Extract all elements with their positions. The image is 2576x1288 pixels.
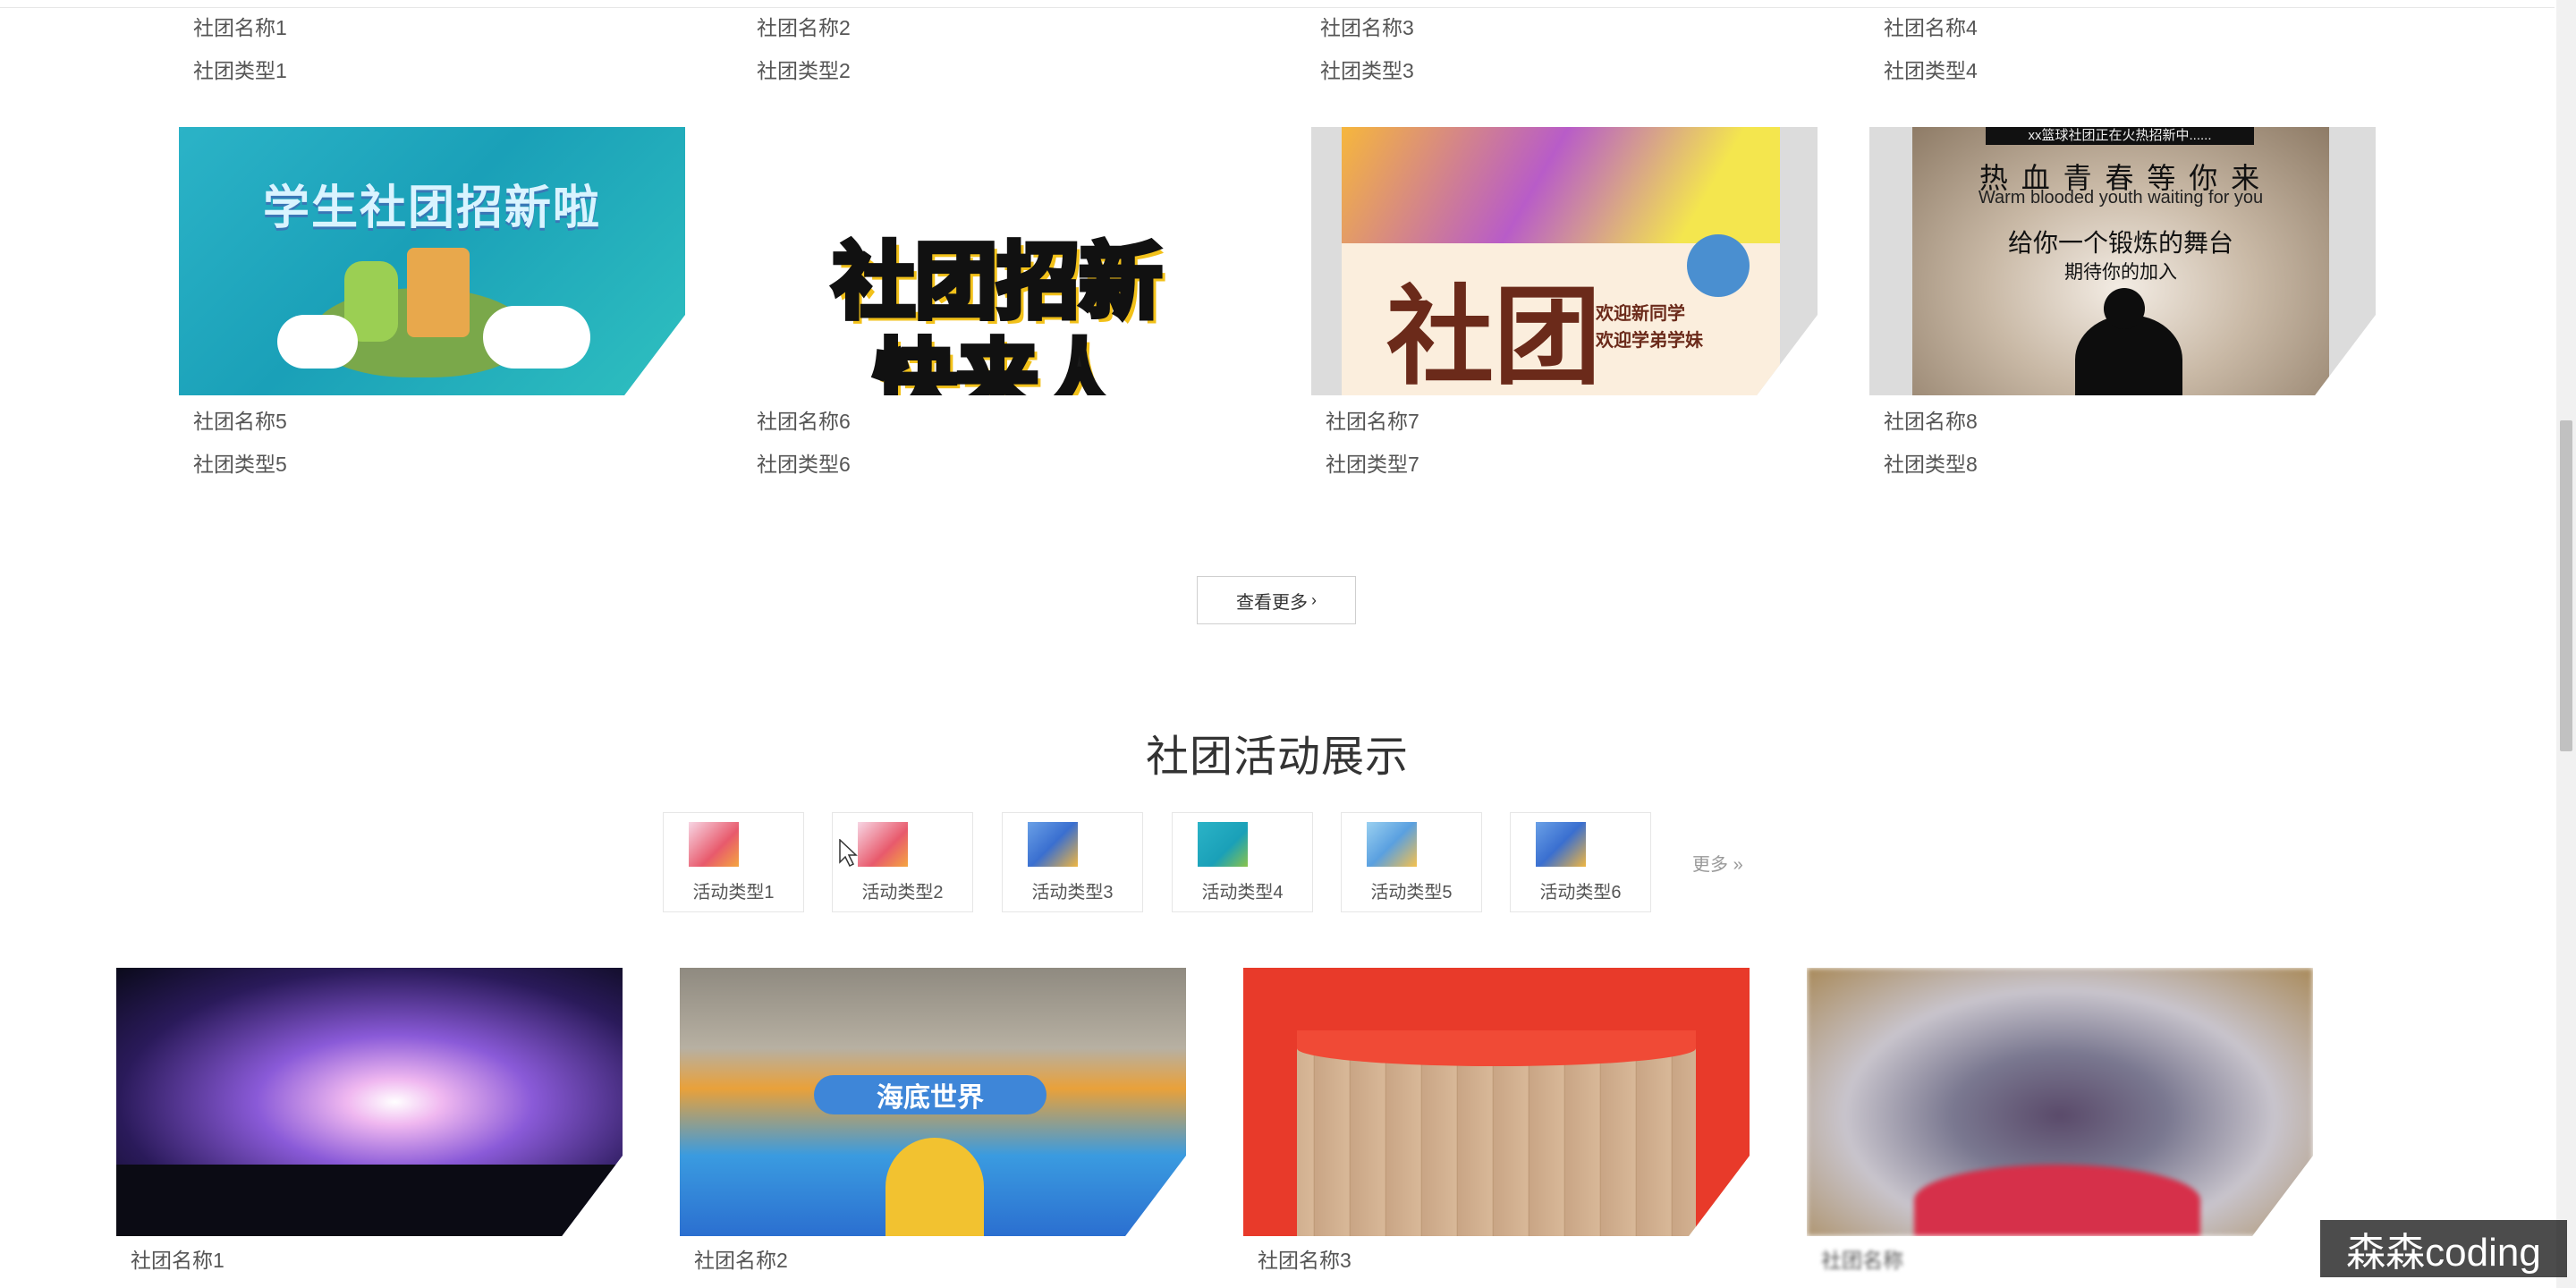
view-more-button[interactable]: 查看更多 ›	[1197, 576, 1356, 624]
activity-image[interactable]	[1807, 968, 2313, 1236]
activity-card-1[interactable]: 社团名称1	[116, 968, 623, 1272]
activity-type-label: 活动类型6	[1539, 883, 1622, 902]
activity-type-label: 活动类型1	[692, 883, 775, 902]
poster-line: 给你一个锻炼的舞台	[2007, 229, 2233, 257]
view-more-label: 查看更多	[1236, 592, 1308, 613]
activity-type-tab-1[interactable]: 活动类型1	[663, 812, 804, 912]
club-name[interactable]: 社团名称7	[1326, 404, 1419, 435]
club-type: 社团类型5	[193, 453, 287, 476]
activity-type-label: 活动类型4	[1201, 883, 1284, 902]
activity-name[interactable]: 社团名称3	[1258, 1243, 1352, 1274]
cloud-shape	[277, 315, 358, 369]
activity-type-thumb	[1198, 822, 1248, 867]
activity-type-thumb	[1536, 822, 1586, 867]
club-type: 社团类型8	[1884, 453, 1978, 476]
club-name[interactable]: 社团名称2	[757, 11, 851, 41]
club-type: 社团类型6	[757, 453, 851, 476]
club-card-7[interactable]: 社团 欢迎新同学 欢迎学弟学妹 社团名称7 社团类型7	[1311, 127, 1818, 476]
activity-type-tab-3[interactable]: 活动类型3	[1002, 812, 1143, 912]
mouse-cursor-icon	[839, 839, 858, 868]
club-type: 社团类型4	[1884, 59, 1978, 82]
cloud-shape	[483, 306, 590, 369]
club-card-5[interactable]: 学生社团招新啦 社团名称5 社团类型5	[179, 127, 685, 476]
activity-name[interactable]: 社团名称1	[131, 1243, 225, 1274]
club-type: 社团类型7	[1326, 453, 1419, 476]
watermark-label: 森森coding	[2320, 1220, 2567, 1277]
club-poster-image[interactable]: xx篮球社团正在火热招新中...... 热 血 青 春 等 你 来 Warm b…	[1869, 127, 2376, 395]
more-activity-types-link[interactable]: 更多 »	[1692, 850, 1743, 876]
poster-subtitle: 欢迎新同学	[1596, 304, 1685, 324]
crowd-shape	[116, 1165, 623, 1236]
club-poster-image[interactable]: 社团招新 快来人	[742, 127, 1249, 395]
club-name[interactable]: 社团名称4	[1884, 11, 1978, 41]
activity-type-tab-6[interactable]: 活动类型6	[1510, 812, 1651, 912]
double-chevron-right-icon: »	[1733, 855, 1743, 875]
activity-name[interactable]: 社团名称	[1821, 1243, 1903, 1274]
chevron-right-icon: ›	[1311, 590, 1317, 609]
activity-card-3[interactable]: 社团名称3	[1243, 968, 1750, 1272]
activity-type-thumb	[1367, 822, 1417, 867]
club-type: 社团类型2	[757, 59, 851, 82]
activity-type-thumb	[858, 822, 908, 867]
poster-heading: 社团招新 快来人	[830, 234, 1165, 395]
activity-card-2[interactable]: 海底世界 社团名称2	[680, 968, 1186, 1272]
activity-section-title: 社团活动展示	[1145, 733, 1409, 781]
activity-type-thumb	[1028, 822, 1078, 867]
club-type: 社团类型1	[193, 59, 287, 82]
club-name[interactable]: 社团名称8	[1884, 404, 1978, 435]
activity-type-tab-5[interactable]: 活动类型5	[1341, 812, 1482, 912]
activity-card-4[interactable]: 社团名称	[1807, 968, 2313, 1272]
tower-shape	[407, 248, 470, 337]
club-poster-image[interactable]: 学生社团招新啦	[179, 127, 685, 395]
activity-type-tab-4[interactable]: 活动类型4	[1172, 812, 1313, 912]
activity-type-thumb	[689, 822, 739, 867]
club-name[interactable]: 社团名称1	[193, 11, 287, 41]
inflatable-sign: 海底世界	[814, 1075, 1046, 1114]
club-name[interactable]: 社团名称3	[1320, 11, 1414, 41]
activity-image[interactable]	[1243, 968, 1750, 1236]
activity-image[interactable]: 海底世界	[680, 968, 1186, 1236]
club-type: 社团类型3	[1320, 59, 1414, 82]
poster-subtitle: 欢迎学弟学妹	[1596, 331, 1703, 351]
club-card-8[interactable]: xx篮球社团正在火热招新中...... 热 血 青 春 等 你 来 Warm b…	[1869, 127, 2376, 476]
club-name[interactable]: 社团名称6	[757, 404, 851, 435]
poster-heading: 社团	[1386, 277, 1601, 395]
poster-banner: xx篮球社团正在火热招新中......	[1986, 127, 2254, 145]
activity-type-label: 活动类型5	[1370, 883, 1453, 902]
activity-name[interactable]: 社团名称2	[694, 1243, 788, 1274]
top-divider	[0, 7, 2555, 8]
club-poster-image[interactable]: 社团 欢迎新同学 欢迎学弟学妹	[1311, 127, 1818, 395]
poster-line: 期待你的加入	[2064, 262, 2177, 283]
more-link-label: 更多	[1692, 855, 1728, 875]
poster-heading: 学生社团招新啦	[262, 182, 601, 234]
poster-line: Warm blooded youth waiting for you	[1978, 188, 2264, 208]
club-card-6[interactable]: 社团招新 快来人 社团名称6 社团类型6	[742, 127, 1249, 476]
activity-type-label: 活动类型2	[861, 883, 944, 902]
club-name[interactable]: 社团名称5	[193, 404, 287, 435]
activity-type-label: 活动类型3	[1031, 883, 1114, 902]
activity-image[interactable]	[116, 968, 623, 1236]
scrollbar-thumb[interactable]	[2560, 420, 2572, 751]
page-scrollbar[interactable]	[2556, 0, 2576, 1288]
